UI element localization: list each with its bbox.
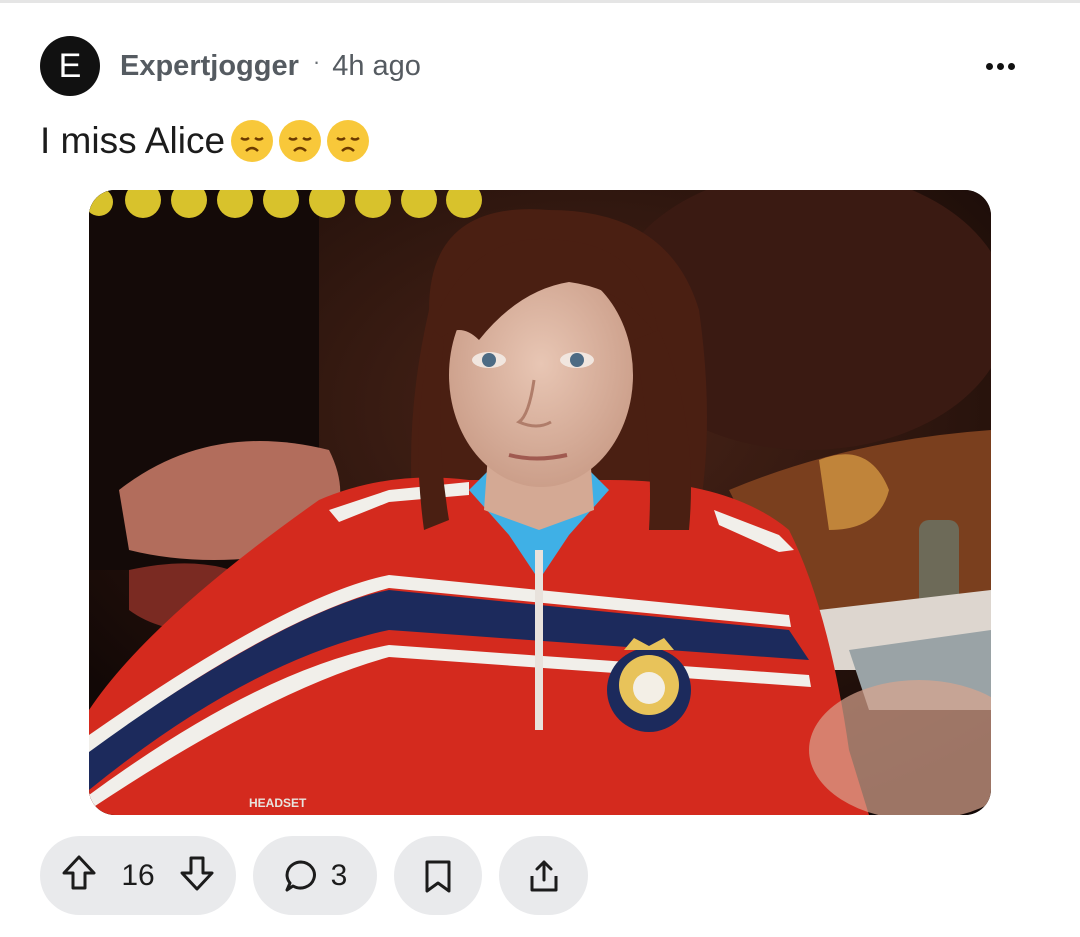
vote-count: 16 (121, 858, 155, 892)
more-icon (984, 62, 1017, 70)
upvote-button[interactable] (60, 853, 98, 898)
post-actions: 16 3 (40, 836, 588, 915)
comment-icon (285, 860, 316, 891)
avatar[interactable]: E (40, 36, 100, 96)
share-icon (530, 860, 557, 891)
post-header: E Expertjogger · 4h ago (40, 36, 1040, 96)
arrow-down-icon (180, 856, 214, 891)
post-title: I miss Alice (40, 118, 370, 164)
emoji-strip (89, 190, 482, 218)
meta-separator: · (312, 49, 321, 74)
disappointed-face-icon (327, 120, 370, 162)
downvote-button[interactable] (178, 853, 216, 898)
comment-count: 3 (330, 858, 348, 892)
author-name[interactable]: Expertjogger (120, 50, 299, 83)
comments-button[interactable]: 3 (253, 836, 377, 915)
disappointed-face-icon (279, 120, 322, 162)
more-options-button[interactable] (980, 36, 1020, 96)
arrow-up-icon (62, 855, 96, 890)
post-time: 4h ago (332, 49, 421, 82)
top-divider (0, 0, 1080, 3)
save-button[interactable] (394, 836, 482, 915)
post-image[interactable]: HEADSET (89, 190, 991, 815)
bookmark-icon (425, 860, 451, 892)
photo-overlay-text: HEADSET (249, 796, 307, 810)
post-title-text: I miss Alice (40, 120, 226, 161)
share-button[interactable] (499, 836, 588, 915)
webcam-photo: HEADSET (89, 190, 991, 815)
vote-bar: 16 (40, 836, 236, 915)
disappointed-face-icon (231, 120, 274, 162)
